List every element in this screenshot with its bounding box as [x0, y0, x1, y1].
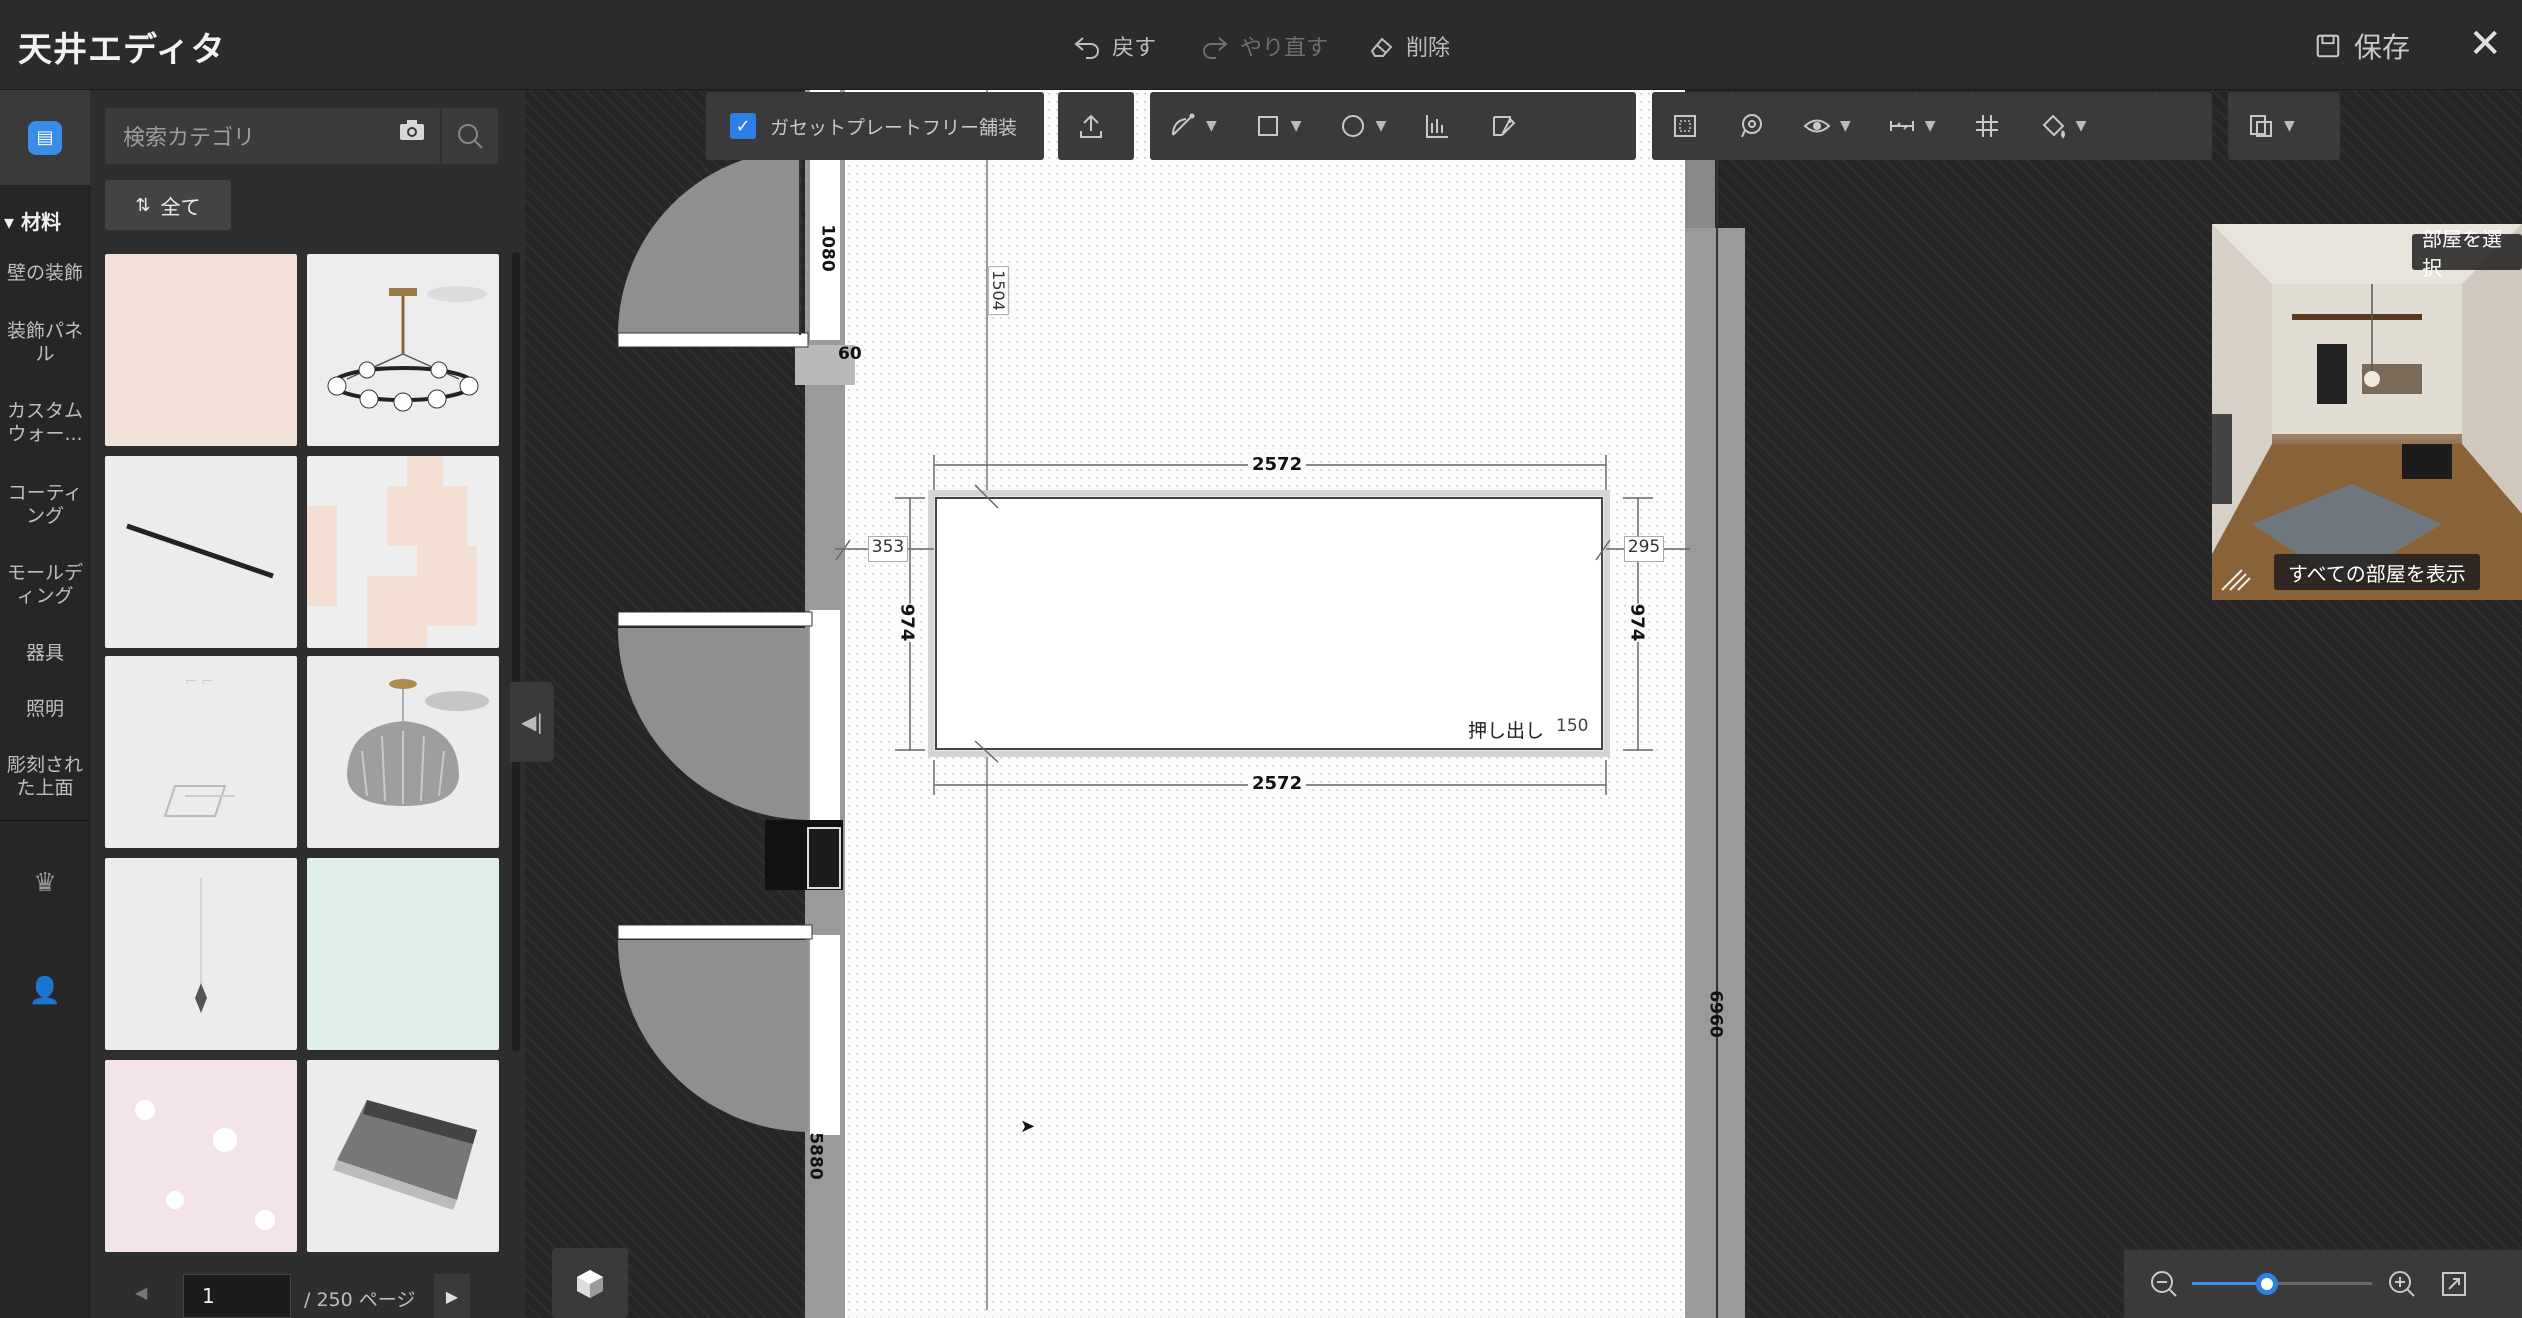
zoom-in-icon[interactable] — [2386, 1268, 2418, 1304]
chevron-down-icon: ▼ — [1375, 118, 1387, 134]
zoom-slider-thumb[interactable] — [2256, 1273, 2278, 1295]
lasso-button[interactable] — [1718, 92, 1784, 160]
extrude-value: 150 — [1556, 716, 1589, 736]
rectangle-tool-button[interactable]: ▼ — [1235, 92, 1320, 160]
fit-view-button[interactable] — [1652, 92, 1718, 160]
visibility-button[interactable]: ▼ — [1784, 92, 1869, 160]
chevron-down-icon: ▼ — [1924, 118, 1936, 134]
door-leaf — [617, 611, 813, 627]
cassette-toggle[interactable]: ✓ ガセットプレートフリー舗装 — [706, 92, 1044, 160]
dimension-right-offset[interactable]: 295 — [1624, 536, 1664, 562]
fit-frame-icon — [1674, 115, 1696, 137]
view-3d-button[interactable] — [552, 1248, 628, 1318]
draw-tools-group: ▼ ▼ ▼ — [1150, 92, 1636, 160]
door-leaf — [617, 924, 813, 940]
dimension-door-height[interactable]: 1080 — [818, 224, 838, 271]
view-tools-group: ▼ ▼ ▼ — [1652, 92, 2212, 160]
dimension-icon — [1889, 121, 1914, 131]
door-leaf — [617, 332, 809, 348]
layers-button-inner: ▼ — [2228, 92, 2313, 160]
dimension-button[interactable]: ▼ — [1869, 92, 1954, 160]
room-select-button[interactable]: 部屋を選択 — [2412, 227, 2522, 280]
paint-button[interactable]: ▼ — [2020, 92, 2105, 160]
upload-icon — [1058, 92, 1124, 160]
extrude-readout[interactable]: 押し出し 150 — [1468, 716, 1588, 743]
right-wall-top — [1685, 160, 1715, 228]
paint-bucket-icon — [2042, 114, 2065, 139]
layers-button[interactable]: ▼ — [2228, 92, 2340, 160]
lasso-icon — [1741, 114, 1762, 138]
floor-plan-drawing — [617, 90, 1745, 1318]
dimension-small[interactable]: 60 — [838, 344, 862, 364]
chevron-down-icon: ▼ — [1206, 118, 1217, 134]
resize-handle-icon[interactable] — [2216, 564, 2256, 594]
pen-curve-icon — [1172, 113, 1195, 136]
align-bottom-icon — [1426, 115, 1449, 138]
edit-shape-button[interactable] — [1470, 92, 1536, 160]
eye-icon — [1803, 119, 1831, 133]
cassette-label: ガセットプレートフリー舗装 — [770, 116, 1018, 139]
cube-icon — [577, 1270, 603, 1298]
zoom-out-icon[interactable] — [2148, 1268, 2180, 1304]
dimension-top-width[interactable]: 2572 — [1248, 454, 1307, 475]
chevron-down-icon: ▼ — [2075, 118, 2087, 134]
dimension-left-offset[interactable]: 353 — [868, 536, 908, 562]
edit-shape-icon — [1493, 116, 1516, 136]
dimension-vertical-guide[interactable]: 1504 — [987, 266, 1009, 315]
circle-tool-button[interactable]: ▼ — [1320, 92, 1405, 160]
dimension-bottom-width[interactable]: 2572 — [1248, 773, 1307, 794]
show-all-rooms-button[interactable]: すべての部屋を表示 — [2274, 554, 2480, 590]
grid-icon — [1975, 115, 1998, 137]
chevron-down-icon: ▼ — [2284, 118, 2295, 134]
dimension-right-height[interactable]: 974 — [1626, 603, 1648, 642]
extrude-label: 押し出し — [1468, 720, 1545, 742]
fit-screen-icon[interactable] — [2438, 1268, 2470, 1304]
rectangle-icon — [1257, 116, 1278, 136]
mouse-cursor-icon: ➤ — [1020, 1116, 1036, 1137]
export-button[interactable] — [1058, 92, 1134, 160]
dimension-right-wall[interactable]: 6960 — [1706, 990, 1726, 1037]
checkbox-checked-icon[interactable]: ✓ — [730, 113, 756, 139]
left-wall-segment — [810, 935, 840, 1135]
layers-icon — [2250, 115, 2272, 137]
door-swing — [618, 940, 808, 1132]
grid-button[interactable] — [1954, 92, 2020, 160]
dimension-left-wall[interactable]: 5880 — [806, 1132, 826, 1179]
align-tool-button[interactable] — [1404, 92, 1470, 160]
circle-icon — [1341, 115, 1364, 137]
right-wall — [1685, 228, 1745, 1318]
left-wall-segment — [810, 610, 840, 820]
chevron-down-icon: ▼ — [1290, 118, 1302, 134]
door-swing — [618, 628, 808, 820]
door-swing — [618, 150, 800, 335]
pen-tool-button[interactable]: ▼ — [1150, 92, 1235, 160]
ceiling-panel[interactable] — [935, 497, 1603, 750]
dimension-left-height[interactable]: 974 — [896, 603, 918, 642]
chevron-down-icon: ▼ — [1840, 118, 1851, 134]
